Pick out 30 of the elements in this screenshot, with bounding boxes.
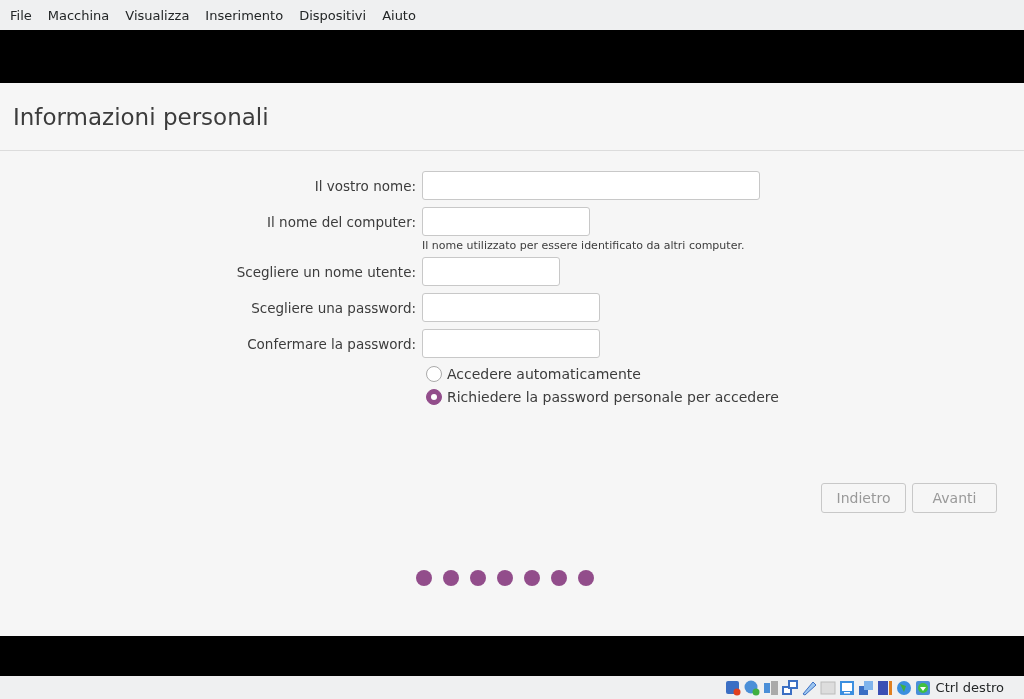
- radio-label[interactable]: Accedere automaticamente: [447, 366, 641, 382]
- field-label: Scegliere una password:: [251, 299, 416, 316]
- field-label: Confermare la password:: [247, 335, 416, 352]
- menu-item[interactable]: Aiuto: [376, 7, 426, 23]
- optical-disc-icon[interactable]: [743, 679, 760, 696]
- globe-icon[interactable]: [895, 679, 912, 696]
- field-label: Scegliere un nome utente:: [236, 263, 416, 280]
- download-arrow-icon[interactable]: [914, 679, 931, 696]
- radio-button[interactable]: [426, 366, 442, 382]
- host-key-label: Ctrl destro: [935, 680, 1004, 695]
- field-label: Il vostro nome:: [314, 177, 416, 194]
- menu-item[interactable]: Macchina: [41, 7, 120, 23]
- input-field[interactable]: [422, 171, 760, 200]
- input-field[interactable]: [422, 257, 560, 286]
- input-field[interactable]: [422, 329, 600, 358]
- menu-item[interactable]: Dispositivi: [293, 7, 377, 23]
- menu-item[interactable]: File: [4, 7, 42, 23]
- field-hint: Il nome utilizzato per essere identificato da altri computer.: [422, 239, 746, 252]
- input-field[interactable]: [422, 293, 600, 322]
- radio-button[interactable]: [426, 389, 442, 405]
- usb-icon[interactable]: [800, 679, 817, 696]
- page-title: Informazioni personali: [13, 103, 269, 130]
- menu-item[interactable]: Inserimento: [199, 7, 294, 23]
- radio-label[interactable]: Richiedere la password personale per accedere: [447, 389, 779, 405]
- display-icon[interactable]: [838, 679, 855, 696]
- field-label: Il nome del computer:: [267, 213, 416, 230]
- menu-item[interactable]: Visualizza: [119, 7, 200, 23]
- network-icon[interactable]: [781, 679, 798, 696]
- windows-icon[interactable]: [857, 679, 874, 696]
- input-field[interactable]: [422, 207, 590, 236]
